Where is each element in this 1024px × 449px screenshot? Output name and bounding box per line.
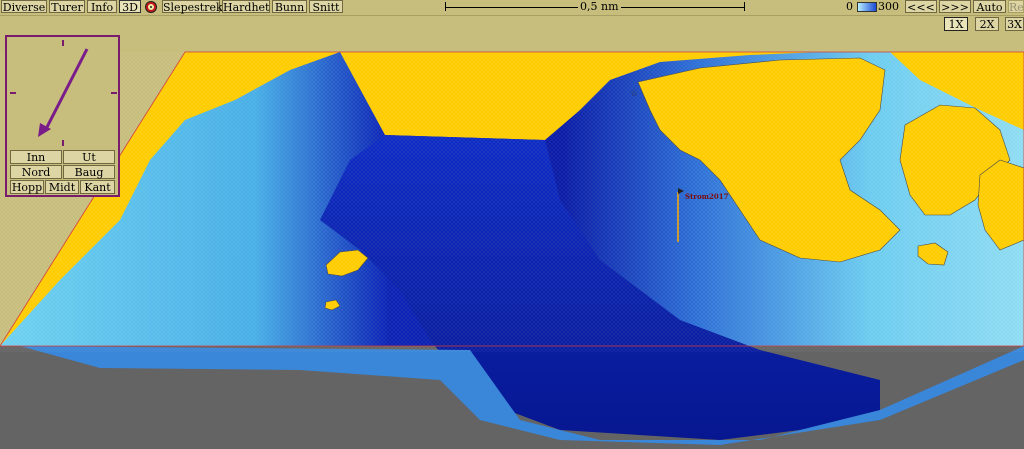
menu-hardhet[interactable]: Hardhet: [222, 0, 270, 14]
scale-tick-left: [445, 2, 446, 11]
depth-legend: [857, 2, 877, 12]
zoom-2x[interactable]: 2X: [975, 17, 999, 31]
zoom-3x[interactable]: 3X: [1005, 17, 1024, 31]
inn-button[interactable]: Inn: [10, 150, 62, 164]
menu-3d[interactable]: 3D: [119, 0, 141, 14]
compass-rose[interactable]: [7, 37, 118, 149]
menu-snitt[interactable]: Snitt: [309, 0, 343, 14]
nord-button[interactable]: Nord: [10, 165, 62, 179]
top-toolbar: Diverse Turer Info 3D Slepestrek Hardhet…: [0, 0, 1024, 16]
baug-button[interactable]: Baug: [63, 165, 115, 179]
scale-tick-right: [744, 2, 745, 11]
kant-button[interactable]: Kant: [80, 180, 115, 194]
compass-panel: Inn Ut Nord Baug Hopp Midt Kant: [5, 35, 120, 197]
depth-min: 0: [846, 0, 853, 13]
depth-max: 300: [878, 0, 899, 13]
prev-button[interactable]: <<<: [905, 0, 937, 14]
hopp-button[interactable]: Hopp: [10, 180, 44, 194]
menu-info[interactable]: Info: [87, 0, 117, 14]
menu-bunn[interactable]: Bunn: [272, 0, 307, 14]
auto-button[interactable]: Auto: [973, 0, 1006, 14]
heading-arrow: [43, 48, 89, 132]
scale-label: 0,5 nm: [578, 0, 621, 13]
menu-turer[interactable]: Turer: [49, 0, 85, 14]
re-button[interactable]: Re: [1008, 0, 1024, 14]
menu-diverse[interactable]: Diverse: [1, 0, 47, 14]
zoom-1x[interactable]: 1X: [944, 17, 968, 31]
midt-button[interactable]: Midt: [45, 180, 79, 194]
seabed-3d-view[interactable]: ☆: [0, 0, 1024, 449]
menu-slepestrek[interactable]: Slepestrek: [162, 0, 223, 14]
next-button[interactable]: >>>: [939, 0, 971, 14]
target-icon[interactable]: [145, 1, 157, 13]
ut-button[interactable]: Ut: [63, 150, 115, 164]
vessel-label: Strom2017: [685, 192, 729, 201]
star-icon: ☆: [630, 89, 638, 99]
